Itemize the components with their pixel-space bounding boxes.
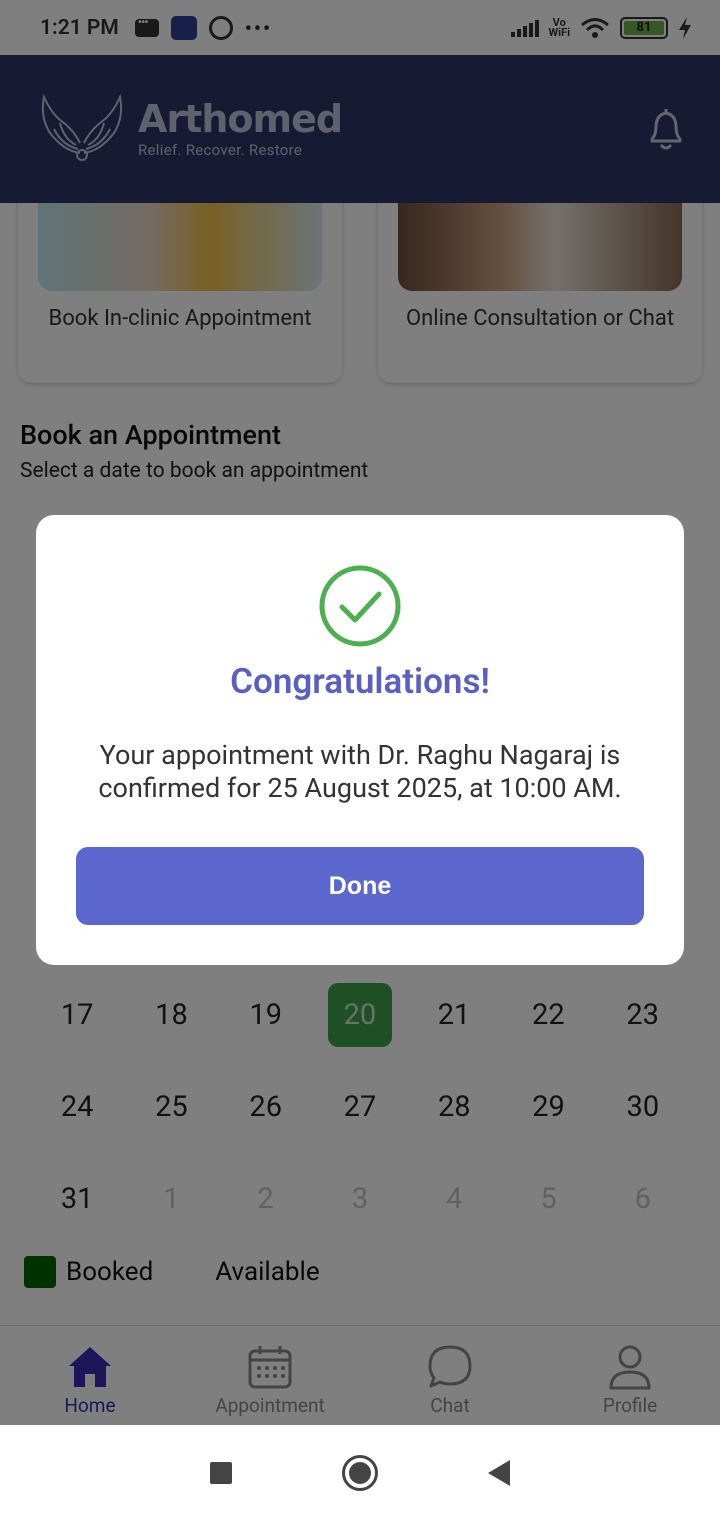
back-icon[interactable] xyxy=(488,1459,510,1486)
system-nav-bar xyxy=(0,1425,720,1520)
home-button-icon[interactable] xyxy=(342,1454,378,1491)
recents-icon[interactable] xyxy=(210,1461,232,1484)
confirmation-dialog: Congratulations! Your appointment with D… xyxy=(36,515,684,965)
dialog-title: Congratulations! xyxy=(230,661,490,702)
done-button[interactable]: Done xyxy=(76,847,644,925)
dialog-message: Your appointment with Dr. Raghu Nagaraj … xyxy=(98,739,622,804)
check-circle-icon xyxy=(319,565,401,647)
